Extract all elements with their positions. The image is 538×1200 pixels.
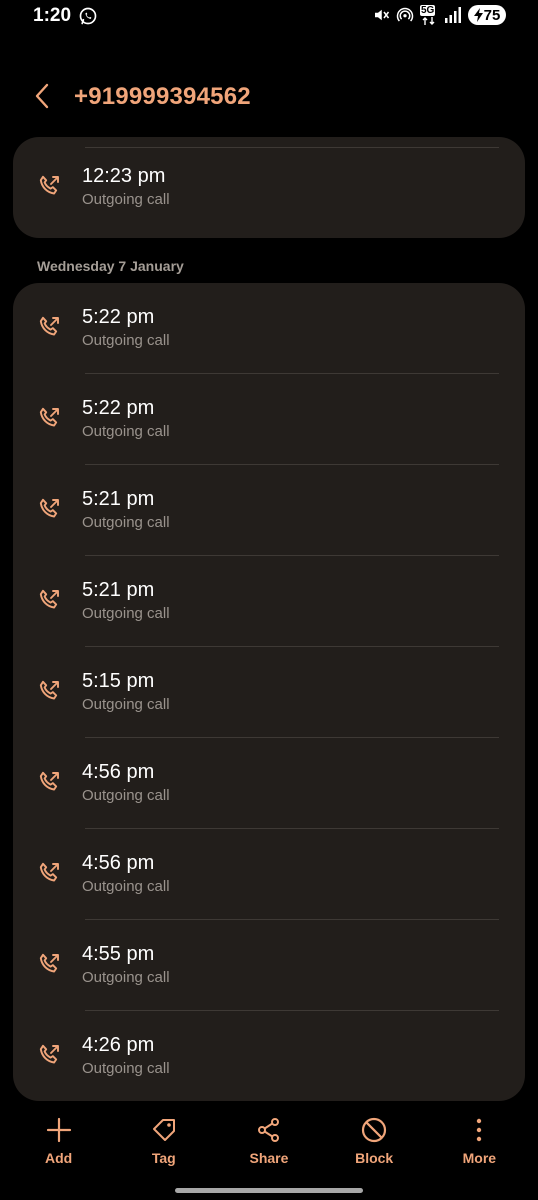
page-title: +919999394562 (74, 83, 251, 110)
call-log-item[interactable]: 5:21 pm Outgoing call (13, 465, 525, 556)
more-label: More (462, 1150, 497, 1166)
call-time: 5:22 pm (82, 397, 155, 419)
data-arrows-icon (422, 17, 435, 25)
call-type: Outgoing call (82, 1060, 170, 1077)
status-time: 1:20 (33, 5, 72, 26)
outgoing-call-icon (39, 1044, 59, 1064)
call-time: 4:26 pm (82, 1034, 155, 1056)
call-type: Outgoing call (82, 969, 170, 986)
add-button[interactable]: Add (9, 1108, 109, 1170)
call-time: 12:23 pm (82, 165, 166, 187)
network-indicator: 5G (420, 5, 438, 25)
more-button[interactable]: More (429, 1108, 529, 1170)
call-group-previous: 12:23 pm Outgoing call (13, 137, 525, 238)
charging-icon (473, 8, 483, 22)
call-type: Outgoing call (82, 878, 170, 895)
call-log-item[interactable]: 5:22 pm Outgoing call (13, 283, 525, 374)
more-vertical-icon (477, 1118, 482, 1142)
call-log-item[interactable]: 4:55 pm Outgoing call (13, 920, 525, 1011)
home-indicator[interactable] (175, 1188, 363, 1193)
call-log-item[interactable]: 5:21 pm Outgoing call (13, 556, 525, 647)
block-icon (362, 1117, 387, 1143)
call-log-item[interactable]: 4:26 pm Outgoing call (13, 1011, 525, 1101)
block-button[interactable]: Block (324, 1108, 424, 1170)
whatsapp-icon (79, 7, 97, 25)
outgoing-call-icon (39, 175, 59, 195)
call-group-wednesday: 5:22 pm Outgoing call 5:22 pm Outgoing c… (13, 283, 525, 1101)
outgoing-call-icon (39, 862, 59, 882)
call-log-item[interactable]: 12:23 pm Outgoing call (13, 142, 525, 233)
call-time: 4:56 pm (82, 761, 155, 783)
tag-button[interactable]: Tag (114, 1108, 214, 1170)
chevron-left-icon (35, 83, 49, 109)
app-header: +919999394562 (0, 70, 538, 122)
call-type: Outgoing call (82, 191, 170, 208)
plus-icon (46, 1117, 71, 1143)
outgoing-call-icon (39, 407, 59, 427)
share-label: Share (249, 1150, 289, 1166)
call-time: 5:21 pm (82, 488, 155, 510)
block-label: Block (355, 1150, 394, 1166)
outgoing-call-icon (39, 589, 59, 609)
share-button[interactable]: Share (219, 1108, 319, 1170)
call-time: 5:21 pm (82, 579, 155, 601)
outgoing-call-icon (39, 316, 59, 336)
mute-icon (375, 9, 390, 21)
date-section-header: Wednesday 7 January (37, 258, 184, 274)
call-log-item[interactable]: 5:22 pm Outgoing call (13, 374, 525, 465)
call-time: 4:55 pm (82, 943, 155, 965)
call-log-item[interactable]: 4:56 pm Outgoing call (13, 829, 525, 920)
call-type: Outgoing call (82, 514, 170, 531)
call-log-item[interactable]: 5:15 pm Outgoing call (13, 647, 525, 738)
share-icon (257, 1118, 279, 1142)
outgoing-call-icon (39, 953, 59, 973)
call-type: Outgoing call (82, 696, 170, 713)
status-bar: 1:20 5G 75 (0, 0, 538, 34)
tag-icon (152, 1119, 175, 1141)
tag-label: Tag (151, 1150, 176, 1166)
outgoing-call-icon (39, 771, 59, 791)
call-time: 5:22 pm (82, 306, 155, 328)
battery-level: 75 (483, 6, 501, 24)
call-type: Outgoing call (82, 787, 170, 804)
call-type: Outgoing call (82, 332, 170, 349)
call-time: 4:56 pm (82, 852, 155, 874)
back-button[interactable] (26, 80, 58, 112)
call-time: 5:15 pm (82, 670, 155, 692)
call-log-item[interactable]: 4:56 pm Outgoing call (13, 738, 525, 829)
add-label: Add (44, 1150, 73, 1166)
status-icons: 5G 75 (372, 5, 506, 25)
network-type: 5G (420, 5, 436, 16)
battery-indicator: 75 (468, 5, 506, 25)
bottom-action-bar: Add Tag Share Block More (0, 1108, 538, 1170)
outgoing-call-icon (39, 498, 59, 518)
signal-icon (445, 7, 461, 23)
call-type: Outgoing call (82, 423, 170, 440)
hotspot-icon (396, 7, 414, 22)
call-type: Outgoing call (82, 605, 170, 622)
outgoing-call-icon (39, 680, 59, 700)
